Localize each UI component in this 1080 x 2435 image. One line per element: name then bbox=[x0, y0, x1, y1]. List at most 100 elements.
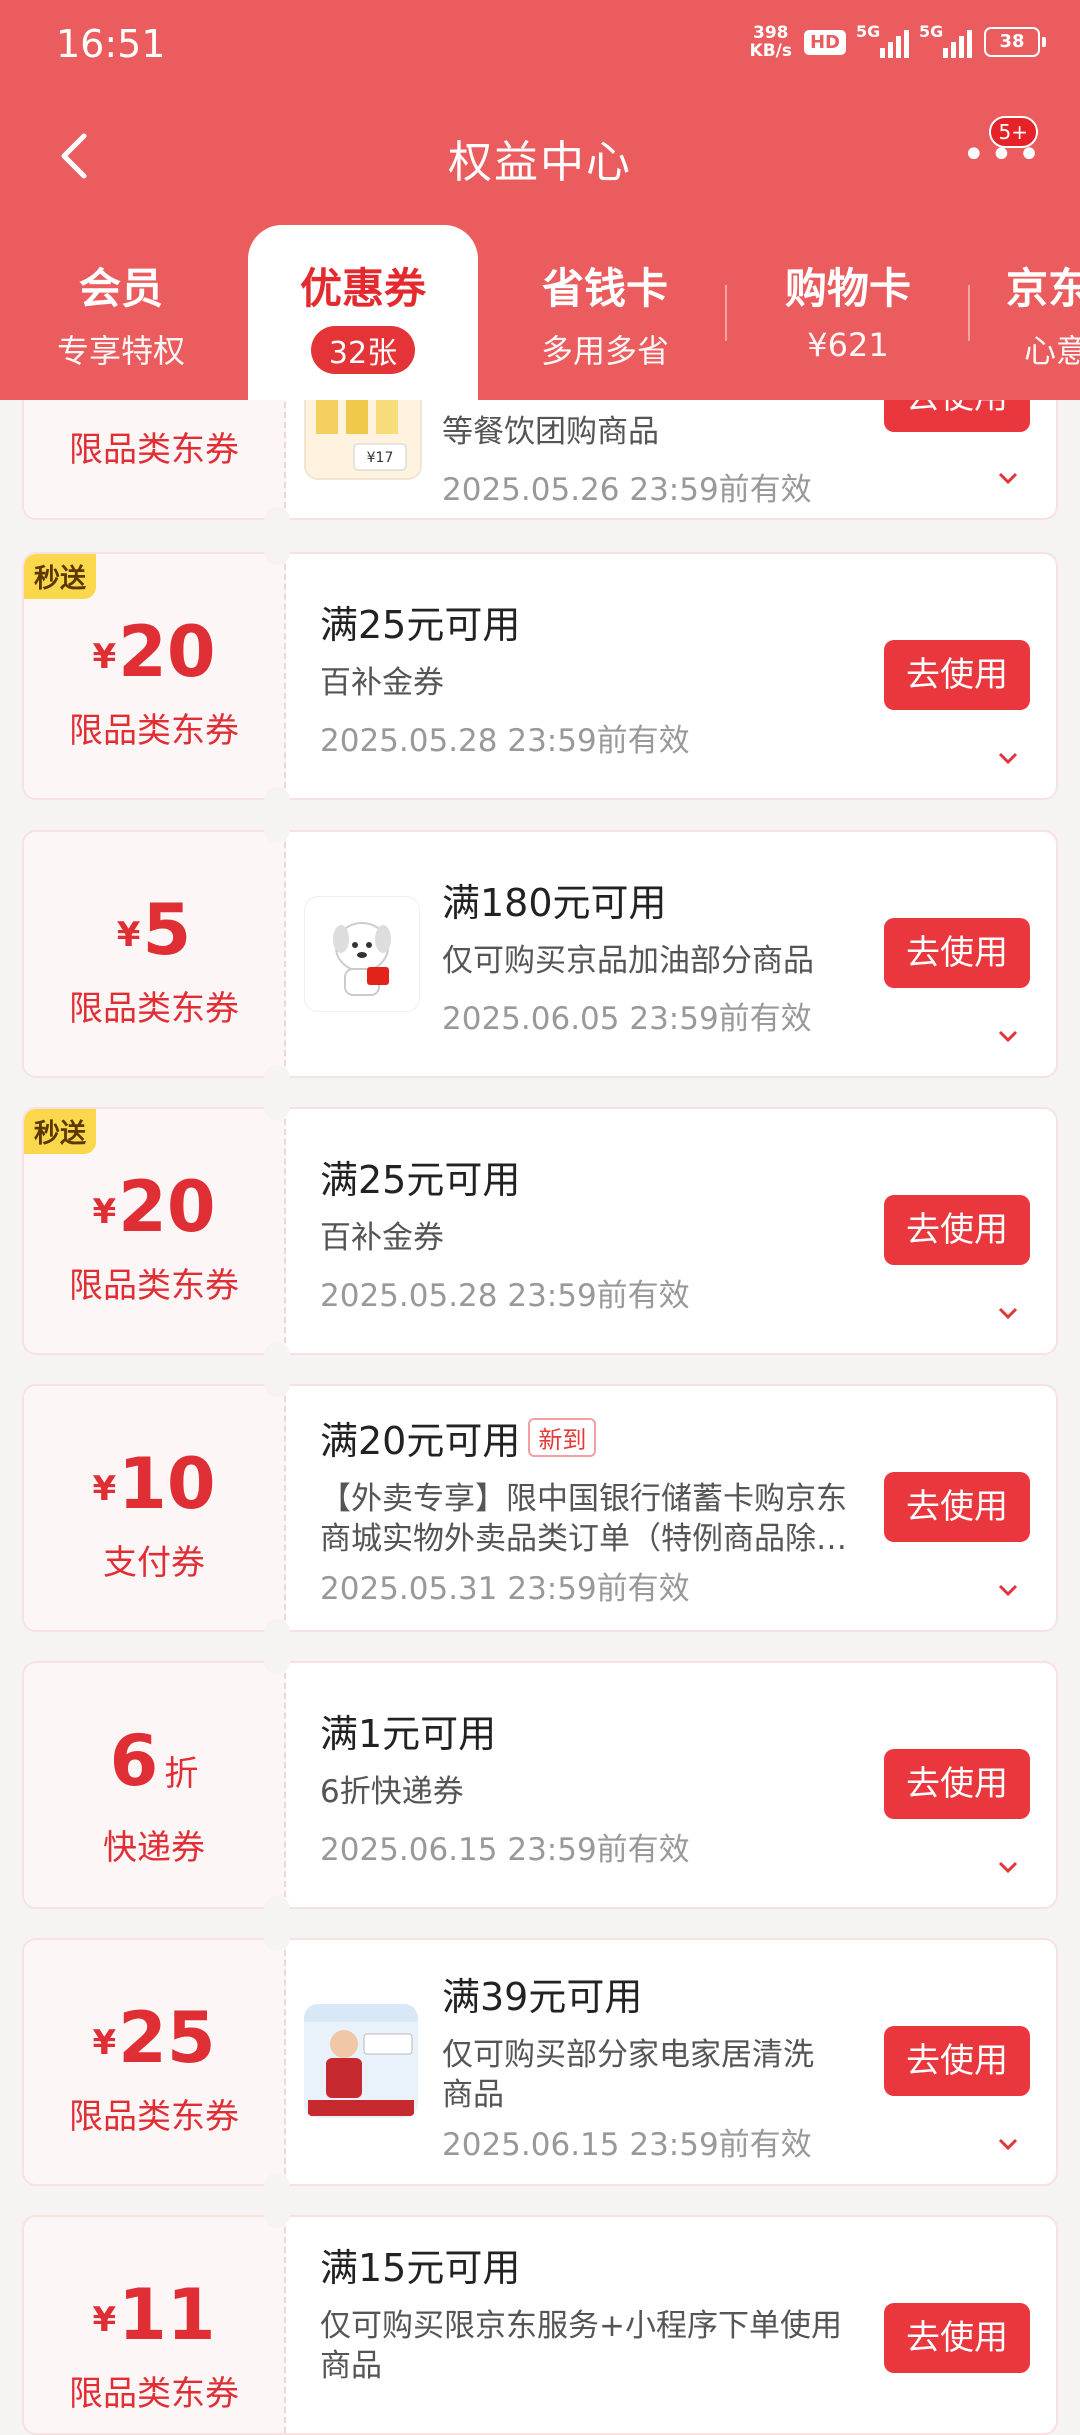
use-coupon-button[interactable]: 去使用 bbox=[884, 1749, 1030, 1819]
new-arrival-badge: 新到 bbox=[528, 1418, 597, 1457]
coupon-card[interactable]: ¥20 限品类东券 秒送 满25元可用 百补金券 2025.05.28 23:5… bbox=[22, 552, 1058, 800]
coupon-desc: 等餐饮团购商品 bbox=[442, 414, 659, 450]
coupon-notch bbox=[264, 1342, 290, 1368]
status-time: 16:51 bbox=[56, 22, 166, 66]
coupon-notch bbox=[264, 1371, 290, 1397]
coupon-value-panel: ¥20 限品类东券 秒送 bbox=[24, 1109, 286, 1353]
use-coupon-button[interactable]: 去使用 bbox=[884, 2026, 1030, 2096]
use-coupon-button[interactable]: 去使用 bbox=[884, 918, 1030, 988]
coupon-card[interactable]: ¥25 限品类东券 满39元可用 仅可购买部分家电家居清洗 商品 2025.06.… bbox=[22, 1938, 1058, 2186]
chevron-down-icon[interactable] bbox=[998, 468, 1018, 488]
coupon-amount: ¥5 bbox=[116, 889, 192, 971]
coupon-info: 满25元可用 百补金券 2025.05.28 23:59前有效 bbox=[320, 1149, 856, 1315]
coupon-card[interactable]: ¥5 限品类东券 满180元可用 仅可购买京品加油部分商品 2025.06.05… bbox=[22, 830, 1058, 1078]
coupon-type: 支付券 bbox=[103, 1543, 205, 1583]
coupon-card[interactable]: ¥20 限品类东券 秒送 满25元可用 百补金券 2025.05.28 23:5… bbox=[22, 1107, 1058, 1355]
coupon-type: 快递券 bbox=[103, 1828, 205, 1868]
coupon-desc: 6折快递券 bbox=[320, 1774, 464, 1810]
message-badge: 5+ bbox=[988, 116, 1038, 148]
coupon-desc: 【外卖专享】限中国银行储蓄卡购京东 商城实物外卖品类订单（特例商品除… bbox=[320, 1481, 847, 1557]
tab-shopping-card[interactable]: 购物卡 ¥621 bbox=[733, 225, 963, 400]
coupon-expire: 2025.06.15 23:59前有效 bbox=[320, 1832, 690, 1868]
coupon-card[interactable]: ¥11 限品类东券 满15元可用 仅可购买限京东服务+小程序下单使用 商品 去使用 bbox=[22, 2215, 1058, 2435]
product-thumbnail bbox=[304, 2004, 418, 2118]
miaosong-tag: 秒送 bbox=[24, 1109, 97, 1154]
tab-jd-gift[interactable]: 京东 心意 bbox=[976, 225, 1080, 400]
chevron-down-icon[interactable] bbox=[998, 1580, 1018, 1600]
coupon-value-panel: ¥5 限品类东券 bbox=[24, 832, 286, 1076]
coupon-expire: 2025.05.28 23:59前有效 bbox=[320, 1278, 690, 1314]
more-dots-icon: ••• bbox=[962, 132, 1045, 178]
use-coupon-button[interactable]: 去使用 bbox=[884, 2303, 1030, 2373]
coupon-type: 限品类东券 bbox=[69, 1266, 239, 1306]
coupon-type: 限品类东券 bbox=[69, 2097, 239, 2137]
coupon-condition: 满1元可用 bbox=[320, 1712, 497, 1756]
coupon-value-panel: ¥11 限品类东券 bbox=[24, 2217, 286, 2433]
status-bar: 16:51 398 KB/s HD 5G 5G 38 bbox=[0, 0, 1080, 90]
coupon-type: 限品类东券 bbox=[69, 711, 239, 751]
network-speed: 398 KB/s bbox=[749, 23, 792, 61]
hd-voice-icon: HD bbox=[803, 29, 846, 55]
tab-coupons[interactable]: 优惠券 32张 bbox=[248, 225, 478, 400]
miaosong-tag: 秒送 bbox=[24, 554, 97, 599]
coupon-desc: 百补金券 bbox=[320, 1220, 444, 1256]
coupon-condition: 满180元可用 bbox=[442, 881, 667, 925]
coupon-info: 满25元可用 百补金券 2025.05.28 23:59前有效 bbox=[320, 594, 856, 760]
category-tabs: 会员 专享特权 优惠券 32张 省钱卡 多用多省 购物卡 ¥621 京东 心意 bbox=[0, 225, 1080, 400]
coupon-desc: 仅可购买部分家电家居清洗 商品 bbox=[442, 2037, 814, 2113]
coupon-info: 满20元可用 新到 【外卖专享】限中国银行储蓄卡购京东 商城实物外卖品类订单（特例商… bbox=[320, 1410, 856, 1608]
coupon-notch bbox=[264, 1648, 290, 1674]
coupon-card[interactable]: ¥10 支付券 满20元可用 新到 【外卖专享】限中国银行储蓄卡购京东 商城实物外卖… bbox=[22, 1384, 1058, 1632]
use-coupon-button[interactable]: 去使用 bbox=[884, 1195, 1030, 1265]
coupon-amount: ¥20 bbox=[92, 611, 216, 693]
coupon-notch bbox=[264, 539, 290, 565]
use-coupon-button[interactable]: 去使用 bbox=[884, 640, 1030, 710]
chevron-down-icon[interactable] bbox=[998, 1303, 1018, 1323]
chevron-down-icon[interactable] bbox=[998, 1026, 1018, 1046]
joy-mascot-image bbox=[333, 922, 391, 996]
coupon-notch bbox=[264, 1065, 290, 1091]
tab-divider bbox=[725, 285, 727, 341]
status-icons: 398 KB/s HD 5G 5G 38 bbox=[749, 22, 1046, 61]
coupon-notch bbox=[264, 1094, 290, 1120]
more-menu-button[interactable]: ••• 5+ bbox=[954, 116, 1041, 180]
coupon-condition: 满15元可用 bbox=[320, 2246, 521, 2290]
coupon-value-panel: 6折 快递券 bbox=[24, 1663, 286, 1907]
coupon-desc: 仅可购买限京东服务+小程序下单使用 商品 bbox=[320, 2308, 842, 2384]
coupon-value-panel: ¥10 支付券 bbox=[24, 1386, 286, 1630]
coupon-condition: 满25元可用 bbox=[320, 1158, 521, 1202]
coupon-expire: 2025.05.26 23:59前有效 bbox=[442, 472, 812, 508]
coupon-notch bbox=[264, 787, 290, 813]
coupon-card[interactable]: 6折 快递券 满1元可用 6折快递券 2025.06.15 23:59前有效 去… bbox=[22, 1661, 1058, 1909]
coupon-notch bbox=[264, 507, 290, 533]
coupon-condition: 满39元可用 bbox=[442, 1975, 643, 2019]
nav-bar: 权益中心 ••• 5+ bbox=[0, 100, 1080, 210]
coupon-notch bbox=[264, 817, 290, 843]
coupon-desc: 百补金券 bbox=[320, 665, 444, 701]
cleaning-service-image bbox=[304, 2004, 418, 2116]
header: 16:51 398 KB/s HD 5G 5G 38 权益中心 ••• 5+ 会员… bbox=[0, 0, 1080, 400]
coupon-type: 限品类东券 bbox=[69, 989, 239, 1029]
tab-saving-card[interactable]: 省钱卡 多用多省 bbox=[490, 225, 720, 400]
coupon-notch bbox=[264, 1925, 290, 1951]
coupon-expire: 2025.05.31 23:59前有效 bbox=[320, 1571, 690, 1607]
coupon-condition: 满20元可用 新到 bbox=[320, 1410, 856, 1465]
coupon-value-panel: ¥25 限品类东券 bbox=[24, 1940, 286, 2184]
use-coupon-button[interactable]: 去使用 bbox=[884, 1472, 1030, 1542]
chevron-down-icon[interactable] bbox=[998, 748, 1018, 768]
coupon-info: 满180元可用 仅可购买京品加油部分商品 2025.06.05 23:59前有效 bbox=[442, 872, 856, 1038]
coupon-value-panel: ¥20 限品类东券 秒送 bbox=[24, 554, 286, 798]
coupon-notch bbox=[264, 2202, 290, 2228]
coupon-info: 满1元可用 6折快递券 2025.06.15 23:59前有效 bbox=[320, 1703, 856, 1869]
chevron-down-icon[interactable] bbox=[998, 1857, 1018, 1877]
coupon-notch bbox=[264, 2173, 290, 2199]
coupon-count-badge: 32张 bbox=[310, 326, 416, 374]
tab-member[interactable]: 会员 专享特权 bbox=[6, 225, 236, 400]
chevron-down-icon[interactable] bbox=[998, 2134, 1018, 2154]
coupon-amount: 6折 bbox=[109, 1720, 199, 1802]
coupon-type: 限品类东券 bbox=[69, 430, 239, 470]
signal-icon: 5G bbox=[856, 22, 909, 58]
coupon-info: 等餐饮团购商品 2025.05.26 23:59前有效 bbox=[442, 412, 856, 509]
coupon-expire: 2025.05.28 23:59前有效 bbox=[320, 723, 690, 759]
coupon-desc: 仅可购买京品加油部分商品 bbox=[442, 943, 814, 979]
